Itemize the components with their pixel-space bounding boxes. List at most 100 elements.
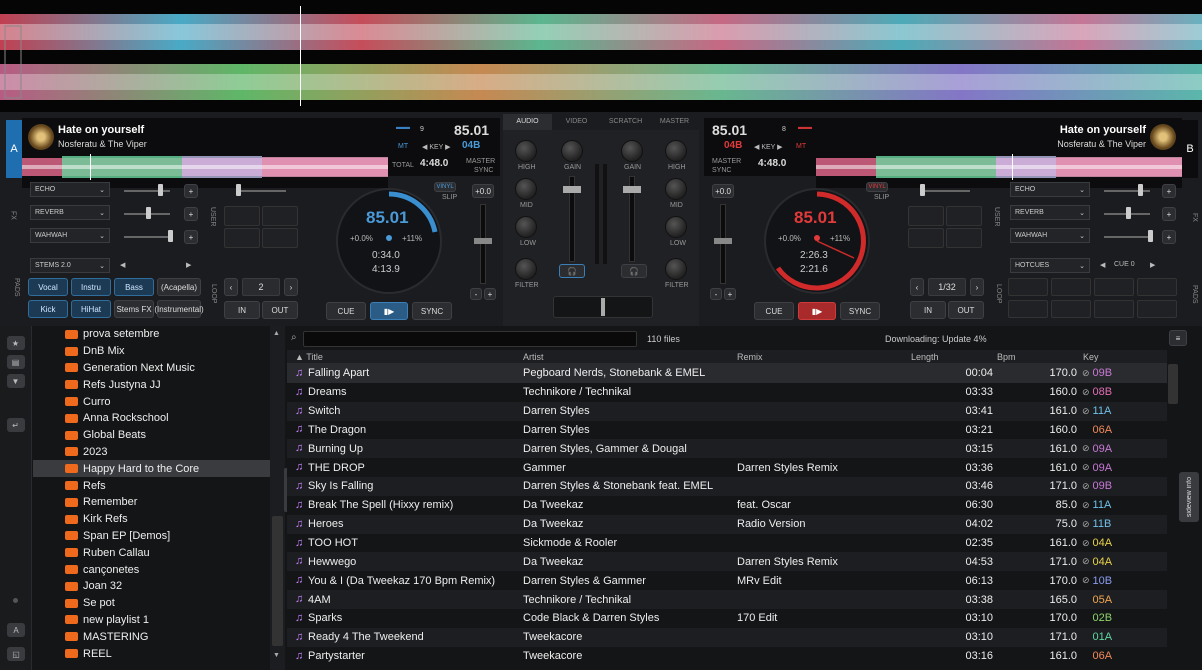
deck-a-fx-1[interactable]: ECHO ⌄ (30, 182, 110, 197)
folder-item[interactable]: Refs (33, 477, 270, 494)
table-row[interactable]: ♫ Break The Spell (Hixxy remix) Da Tweekaz… (287, 495, 1167, 515)
deck-a-fx-3-slider[interactable] (124, 236, 170, 238)
back-icon[interactable]: ↵ (6, 418, 25, 432)
folder-item[interactable]: Anna Rockschool (33, 410, 270, 427)
mixer-b-headphone-button[interactable]: 🎧 (621, 264, 647, 278)
deck-b-user-pad-2[interactable] (946, 206, 982, 226)
deck-b-loop-size[interactable]: 1/32 (928, 278, 966, 296)
deck-b-hotcue-pad-7[interactable] (1094, 300, 1134, 318)
table-row[interactable]: ♫ Heroes Da Tweekaz Radio Version 04:02 75.0 ⊘… (287, 514, 1167, 534)
folder-item[interactable]: Joan 32 (33, 578, 270, 595)
deck-a-user-pad-1[interactable] (224, 206, 260, 226)
table-row[interactable]: ♫ Ready 4 The Tweekend Tweekacore 03:10 171.… (287, 627, 1167, 647)
deck-b-master[interactable]: MASTER (712, 158, 741, 165)
deck-a-fx-2[interactable]: REVERB ⌄ (30, 205, 110, 220)
deck-a-user-pad-3[interactable] (224, 228, 260, 248)
table-row[interactable]: ♫ You & I (Da Tweekaz 170 Bpm Remix) Darre… (287, 571, 1167, 591)
window-icon[interactable]: ◱ (7, 647, 25, 661)
deck-a-play-button[interactable]: ▮▶ (370, 302, 408, 320)
deck-a-master[interactable]: MASTER (466, 158, 495, 165)
col-bpm[interactable]: Bpm (997, 352, 1016, 362)
deck-b-pitch-plus[interactable]: + (724, 288, 736, 300)
folder-item[interactable]: Generation Next Music (33, 360, 270, 377)
table-row[interactable]: ♫ Burning Up Darren Styles, Gammer & Douga… (287, 439, 1167, 459)
stem-hihat[interactable]: HiHat (71, 300, 111, 318)
deck-a-loop-out[interactable]: OUT (262, 301, 298, 319)
favorites-star-icon[interactable]: ★ (6, 336, 25, 350)
folder-item[interactable]: prova setembre (33, 326, 270, 343)
deck-a-loop-in[interactable]: IN (224, 301, 260, 319)
deck-b-fx-2-plus[interactable]: + (1162, 207, 1176, 221)
deck-b-fx-3-slider[interactable] (1104, 236, 1150, 238)
deck-b-hotcue-pad-1[interactable] (1008, 278, 1048, 296)
deck-a-key[interactable]: 04B (462, 140, 480, 151)
deck-b-hotcue-pad-3[interactable] (1094, 278, 1134, 296)
mixer-a-gain-knob[interactable] (561, 140, 583, 162)
sideview-tab[interactable]: sideview info (1179, 472, 1199, 522)
deck-b-fx-3[interactable]: WAHWAH ⌄ (1010, 228, 1090, 243)
folder-item[interactable]: Ruben Callau (33, 544, 270, 561)
deck-b-fx-2[interactable]: REVERB ⌄ (1010, 205, 1090, 220)
deck-b-waveform[interactable] (816, 154, 1182, 180)
col-remix[interactable]: Remix (737, 352, 763, 362)
deck-b-hotcues-select[interactable]: HOTCUES ⌄ (1010, 258, 1090, 273)
stem-bass[interactable]: Bass (114, 278, 154, 296)
deck-b-user-pad-1[interactable] (908, 206, 944, 226)
tab-master[interactable]: MASTER (650, 114, 699, 130)
stem-kick[interactable]: Kick (28, 300, 68, 318)
folder-item[interactable]: Curro (33, 393, 270, 410)
mixer-b-mid-knob[interactable] (665, 178, 687, 200)
deck-b-sync-button[interactable]: SYNC (840, 302, 880, 320)
deck-b-loop-in[interactable]: IN (910, 301, 946, 319)
deck-b-hotcue-pad-6[interactable] (1051, 300, 1091, 318)
deck-b-mt[interactable]: MT (796, 143, 806, 150)
folder-item[interactable]: DnB Mix (33, 343, 270, 360)
deck-b-cue-button[interactable]: CUE (754, 302, 794, 320)
deck-b-hotcue-pad-8[interactable] (1137, 300, 1177, 318)
folder-item[interactable]: Span EP [Demos] (33, 528, 270, 545)
folder-scrollbar[interactable]: ▲ ▼ (270, 326, 285, 670)
deck-a-slip[interactable]: SLIP (442, 194, 457, 201)
deck-a-mt[interactable]: MT (398, 143, 408, 150)
tab-audio[interactable]: AUDIO (503, 114, 552, 130)
deck-a-sync-button[interactable]: SYNC (412, 302, 452, 320)
deck-a-fx-1-plus[interactable]: + (184, 184, 198, 198)
mixer-a-mid-knob[interactable] (515, 178, 537, 200)
folder-item[interactable]: cançonetes (33, 561, 270, 578)
deck-b-play-button[interactable]: ▮▶ (798, 302, 836, 320)
mixer-b-gain-knob[interactable] (621, 140, 643, 162)
table-row[interactable]: ♫ THE DROP Gammer Darren Styles Remix 03:36 1… (287, 458, 1167, 478)
waveform-overview[interactable] (0, 0, 1202, 112)
table-row[interactable]: ♫ Hewwego Da Tweekaz Darren Styles Remix 04:… (287, 552, 1167, 572)
folder-item[interactable]: Happy Hard to the Core (33, 460, 270, 478)
deck-a-loop-prev[interactable]: ‹ (224, 278, 238, 296)
table-row[interactable]: ♫The DragonDarren Styles03:21160.0⊘06A (287, 420, 1167, 440)
search-input[interactable] (303, 331, 637, 347)
track-scrollbar[interactable] (1168, 364, 1178, 404)
stem-vocal[interactable]: Vocal (28, 278, 68, 296)
mixer-a-low-knob[interactable] (515, 216, 537, 238)
deck-a-pitch-plus[interactable]: + (484, 288, 496, 300)
mixer-b-high-knob[interactable] (665, 140, 687, 162)
filter-icon[interactable]: ▼ (6, 374, 25, 388)
deck-a-user-slider[interactable] (236, 184, 241, 196)
deck-b-fx-1-plus[interactable]: + (1162, 184, 1176, 198)
mixer-a-high-knob[interactable] (515, 140, 537, 162)
deck-a-fx-1-slider[interactable] (124, 190, 170, 192)
folder-item[interactable]: Se pot (33, 595, 270, 612)
table-row[interactable]: ♫ TOO HOT Sickmode & Rooler 02:35 161.0 ⊘ 04A (287, 533, 1167, 553)
tab-video[interactable]: VIDEO (552, 114, 601, 130)
deck-a-sync-label[interactable]: SYNC (474, 167, 493, 174)
folder-item[interactable]: MASTERING (33, 628, 270, 645)
deck-b-user-slider[interactable] (920, 184, 925, 196)
deck-a-user-pad-4[interactable] (262, 228, 298, 248)
deck-a-loop-next[interactable]: › (284, 278, 298, 296)
deck-b-pitch-value[interactable]: +0.0 (712, 184, 734, 198)
mixer-b-filter-knob[interactable] (665, 258, 687, 280)
deck-a-user-pad-2[interactable] (262, 206, 298, 226)
col-artist[interactable]: Artist (523, 352, 544, 362)
deck-b-loop-next[interactable]: › (970, 278, 984, 296)
deck-b-fx-1-slider[interactable] (1104, 190, 1150, 192)
stem-instrumental[interactable]: (Instrumental) (154, 300, 204, 318)
col-length[interactable]: Length (911, 352, 939, 362)
